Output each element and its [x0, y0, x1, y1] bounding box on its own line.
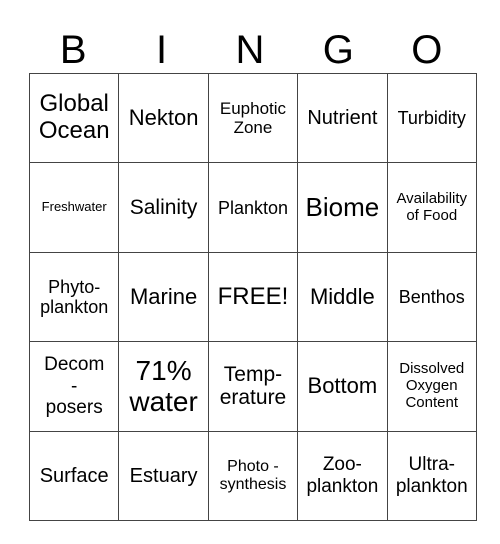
board-row: Surface Estuary Photo - synthesis Zoo- p… [28, 430, 477, 521]
cell-label: Phyto- plankton [40, 276, 109, 317]
bingo-cell free-space[interactable]: FREE! [207, 251, 299, 343]
bingo-cell[interactable]: Middle [297, 251, 388, 343]
board-row: Phyto- plankton Marine FREE! Middle Bent… [28, 251, 477, 343]
bingo-cell[interactable]: Biome [297, 162, 388, 253]
cell-label: Turbidity [397, 108, 466, 129]
cell-label: Salinity [129, 195, 198, 219]
board-row: Global Ocean Nekton Euphotic Zone Nutrie… [28, 72, 477, 164]
bingo-cell[interactable]: Nekton [118, 72, 209, 164]
cell-label: Middle [309, 283, 375, 309]
header-letter-o: O [411, 28, 443, 72]
cell-label: Decom - posers [44, 354, 105, 418]
bingo-cell[interactable]: Freshwater [28, 162, 120, 253]
cell-label: Biome [305, 192, 380, 223]
bingo-cell[interactable]: Phyto- plankton [28, 251, 120, 343]
cell-label: Zoo- plankton [306, 454, 379, 497]
cell-label: Freshwater [41, 199, 107, 215]
bingo-cell[interactable]: Turbidity [386, 72, 477, 164]
cell-label: Surface [39, 464, 109, 487]
bingo-cell[interactable]: Global Ocean [28, 72, 120, 164]
cell-label: Photo - synthesis [219, 457, 287, 493]
bingo-cell[interactable]: Salinity [118, 162, 209, 253]
bingo-cell[interactable]: Zoo- plankton [297, 430, 388, 521]
cell-label: Estuary [129, 464, 198, 487]
bingo-cell[interactable]: Bottom [297, 341, 388, 432]
header-letter-i: I [156, 28, 168, 72]
bingo-cell[interactable]: Benthos [386, 251, 477, 343]
cell-label: Bottom [307, 373, 378, 399]
bingo-cell[interactable]: Estuary [118, 430, 209, 521]
cell-label: Marine [129, 283, 198, 309]
cell-label: Ultra- plankton [395, 454, 468, 497]
bingo-header: B I N G O [29, 28, 471, 72]
cell-label: Global Ocean [38, 90, 110, 145]
cell-label: Euphotic Zone [219, 99, 287, 138]
bingo-cell[interactable]: Marine [118, 251, 209, 343]
cell-label: Nekton [128, 104, 199, 130]
bingo-cell[interactable]: Temp- erature [207, 341, 299, 432]
header-letter-n: N [235, 28, 265, 72]
board-row: Decom - posers 71% water Temp- erature B… [28, 341, 477, 432]
board-row: Freshwater Salinity Plankton Biome Avail… [28, 162, 477, 253]
bingo-board: Global Ocean Nekton Euphotic Zone Nutrie… [28, 72, 477, 521]
header-letter-g: G [322, 28, 354, 72]
cell-label: Dissolved Oxygen Content [399, 360, 465, 411]
cell-label: Benthos [398, 286, 465, 307]
bingo-cell[interactable]: Ultra- plankton [386, 430, 477, 521]
bingo-cell[interactable]: Plankton [207, 162, 299, 253]
cell-label: Plankton [217, 197, 288, 218]
bingo-cell[interactable]: Dissolved Oxygen Content [386, 341, 477, 432]
cell-label: Nutrient [307, 107, 378, 129]
bingo-cell[interactable]: Photo - synthesis [207, 430, 299, 521]
cell-label: Temp- erature [219, 362, 287, 410]
bingo-cell[interactable]: Availability of Food [386, 162, 477, 253]
header-letter-b: B [59, 28, 87, 72]
bingo-cell[interactable]: Decom - posers [28, 341, 120, 432]
cell-label: FREE! [217, 282, 289, 310]
bingo-cell[interactable]: Nutrient [297, 72, 388, 164]
cell-label: Availability of Food [396, 189, 468, 224]
bingo-cell[interactable]: Euphotic Zone [207, 72, 299, 164]
cell-label: 71% water [129, 355, 198, 418]
bingo-cell[interactable]: 71% water [118, 341, 209, 432]
bingo-cell[interactable]: Surface [28, 430, 120, 521]
